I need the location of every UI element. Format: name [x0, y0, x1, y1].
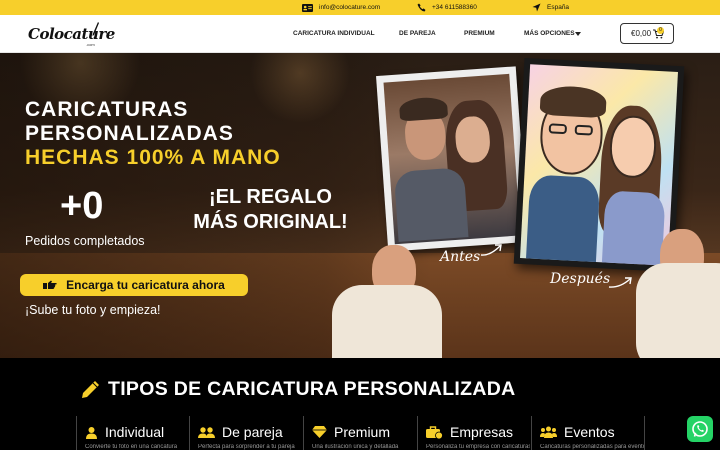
- pencil-logo-icon: [92, 22, 99, 36]
- cart-count-badge: 0: [657, 27, 664, 34]
- type-card-desc: Una ilustración única y detallada: [312, 444, 399, 450]
- type-card-label: Individual: [105, 424, 165, 440]
- contact-phone[interactable]: +34 611588360: [417, 0, 477, 15]
- logo-text: Colocature: [28, 25, 115, 43]
- nav-premium[interactable]: PREMIUM: [464, 30, 495, 37]
- gift-heading: ¡EL REGALO MÁS ORIGINAL!: [178, 185, 363, 235]
- curved-arrow-icon: [608, 277, 632, 288]
- site-header: Colocature .com CARICATURA INDIVIDUAL DE…: [0, 15, 720, 53]
- before-label: Antes: [440, 249, 481, 265]
- pencil-icon: [82, 380, 99, 398]
- contact-card-icon: [302, 3, 313, 12]
- briefcase-icon: [426, 425, 443, 439]
- type-card-desc: Convierte tu foto en una caricatura: [85, 444, 178, 450]
- nav-de-pareja[interactable]: DE PAREJA: [399, 30, 436, 37]
- hero-title-line-3: HECHAS 100% A MANO: [25, 146, 281, 169]
- phone-icon: [417, 3, 426, 12]
- nav-caricatura-individual[interactable]: CARICATURA INDIVIDUAL: [293, 30, 375, 37]
- diamond-icon: [312, 426, 327, 438]
- nav-mas-opciones[interactable]: MÁS OPCIONES: [524, 30, 575, 37]
- hero-banner: Antes Después CARICATURAS PERSONALIZADAS…: [0, 53, 720, 358]
- pointing-hand-icon: [43, 280, 57, 289]
- email-text: info@colocature.com: [319, 4, 381, 11]
- orders-counter-label: Pedidos completados: [25, 234, 145, 248]
- cta-label: Encarga tu caricatura ahora: [66, 278, 225, 292]
- hero-title-line-2: PERSONALIZADAS: [25, 122, 234, 145]
- cart-amount: €0,00: [631, 29, 652, 38]
- type-card-header: Eventos: [540, 424, 615, 440]
- type-card-label: Empresas: [450, 424, 514, 440]
- type-card-desc: Perfecta para sorprender a tu pareja: [198, 444, 295, 450]
- types-heading: TIPOS DE CARICATURA PERSONALIZADA: [80, 378, 516, 401]
- phone-text: +34 611588360: [432, 4, 477, 11]
- type-card-header: Premium: [312, 424, 390, 440]
- gift-line-1: ¡EL REGALO: [209, 186, 332, 208]
- contact-email[interactable]: info@colocature.com: [302, 0, 380, 15]
- type-card-premium[interactable]: Premium Una ilustración única y detallad…: [303, 416, 417, 450]
- order-caricature-button[interactable]: Encarga tu caricatura ahora: [20, 274, 248, 296]
- type-card-label: Eventos: [564, 424, 615, 440]
- after-caricature-frame: [513, 57, 685, 273]
- whatsapp-icon: [692, 421, 708, 437]
- logo-subtext: .com: [86, 42, 95, 47]
- hero-title-line-1: CARICATURAS: [25, 98, 189, 121]
- gift-line-2: MÁS ORIGINAL!: [193, 211, 348, 233]
- site-logo[interactable]: Colocature .com: [28, 19, 115, 49]
- right-sleeve: [636, 263, 720, 358]
- type-card-label: Premium: [334, 424, 391, 440]
- upload-note: ¡Sube tu foto y empieza!: [25, 303, 161, 317]
- caret-down-icon[interactable]: [575, 32, 581, 36]
- contact-country[interactable]: España: [532, 0, 569, 15]
- type-card-desc: Personaliza tu empresa con caricaturas: [426, 444, 530, 450]
- country-text: España: [547, 4, 570, 11]
- user-icon: [86, 426, 97, 439]
- top-contact-bar: info@colocature.com +34 611588360 España: [0, 0, 720, 15]
- type-card-desc: Caricaturas personalizadas para eventos: [540, 444, 644, 450]
- type-card-label: De pareja: [222, 424, 283, 440]
- curved-arrow-icon: [480, 244, 502, 256]
- type-card-de-pareja[interactable]: De pareja Perfecta para sorprender a tu …: [189, 416, 303, 450]
- type-card-header: Individual: [85, 424, 164, 440]
- before-photo: [383, 73, 521, 245]
- type-card-empresas[interactable]: Empresas Personaliza tu empresa con cari…: [417, 416, 531, 450]
- whatsapp-button[interactable]: [687, 416, 713, 442]
- before-photo-frame: [376, 66, 528, 252]
- type-card-eventos[interactable]: Eventos Caricaturas personalizadas para …: [531, 416, 645, 450]
- orders-counter: +0: [60, 185, 104, 227]
- couple-icon: [198, 426, 215, 438]
- type-card-header: Empresas: [426, 424, 513, 440]
- cart-button[interactable]: €0,00 0: [620, 23, 674, 44]
- location-arrow-icon: [532, 3, 541, 12]
- group-icon: [540, 426, 557, 438]
- after-label: Después: [550, 271, 611, 287]
- caricature-types-section: TIPOS DE CARICATURA PERSONALIZADA Indivi…: [0, 358, 720, 450]
- type-card-individual[interactable]: Individual Convierte tu foto en una cari…: [76, 416, 190, 450]
- after-caricature: [520, 64, 678, 266]
- left-sleeve: [332, 285, 442, 358]
- type-card-header: De pareja: [198, 424, 283, 440]
- types-title: TIPOS DE CARICATURA PERSONALIZADA: [108, 378, 516, 400]
